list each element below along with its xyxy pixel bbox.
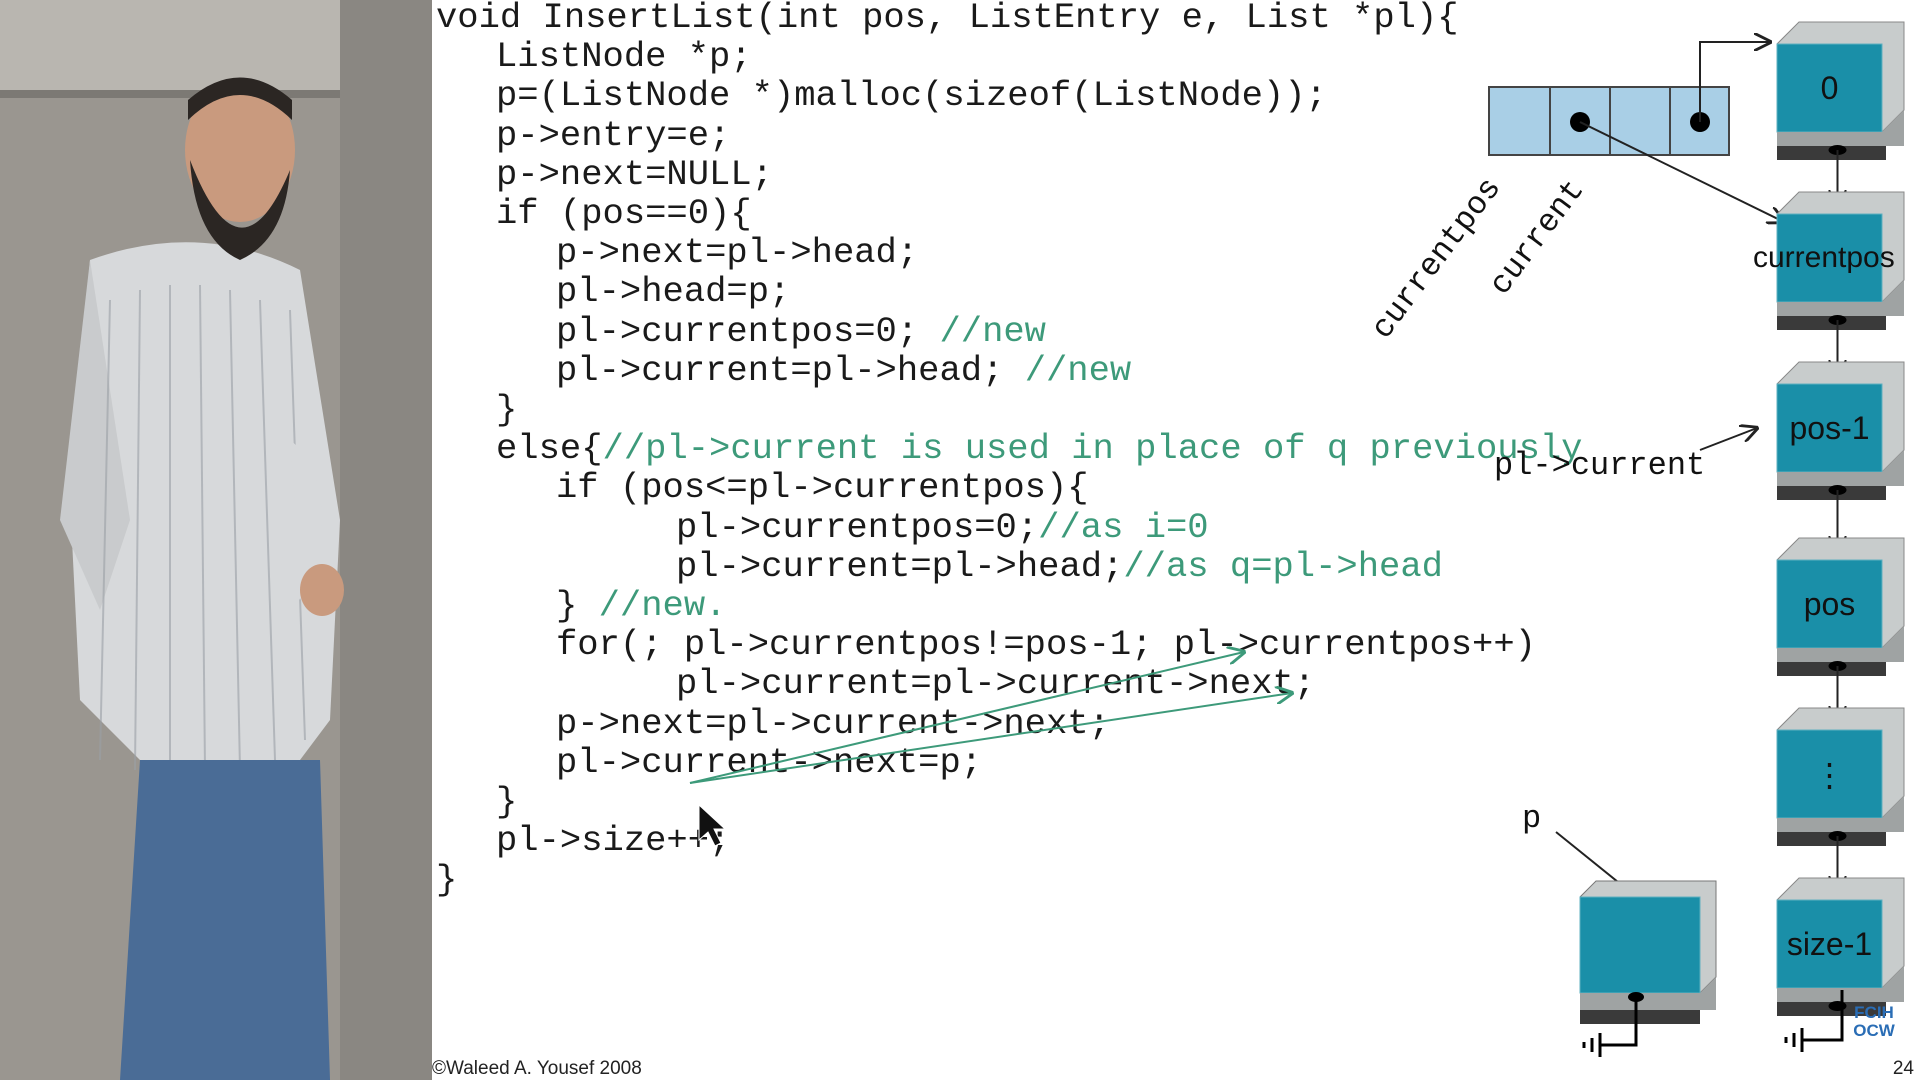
- page-number: 24: [1892, 1058, 1914, 1079]
- copyright-text: ©Waleed A. Yousef 2008: [432, 1058, 642, 1079]
- mouse-cursor-icon: [698, 803, 727, 847]
- node-chain: [1776, 21, 1905, 1016]
- list-node: [1776, 191, 1905, 376]
- list-node: [1776, 707, 1905, 892]
- list-struct: [1488, 86, 1730, 156]
- p-pointer-label: p: [1522, 800, 1542, 837]
- pl-current-pointer-label: pl->current: [1494, 447, 1706, 484]
- node-label: 0: [1820, 70, 1839, 106]
- list-node: [1776, 361, 1905, 552]
- logo-line-1: FCIH: [1854, 1003, 1894, 1022]
- fcih-ocw-logo: FCIH OCW: [1848, 1004, 1900, 1044]
- node-label: currentpos: [1753, 241, 1895, 274]
- node-label: pos: [1803, 586, 1856, 622]
- logo-line-2: OCW: [1853, 1021, 1895, 1040]
- list-node: [1776, 21, 1905, 206]
- lecturer-video-panel: [0, 0, 432, 1080]
- node-label: size-1: [1786, 926, 1873, 962]
- linked-list-diagram: [689, 21, 1905, 1057]
- lecturer-figure: [0, 0, 432, 1080]
- list-node: [1776, 537, 1905, 722]
- node-label: pos-1: [1789, 410, 1870, 446]
- new-node-p: [1579, 880, 1717, 1057]
- slide: void InsertList(int pos, ListEntry e, Li…: [432, 0, 1920, 1080]
- node-label: ⋮: [1813, 757, 1846, 793]
